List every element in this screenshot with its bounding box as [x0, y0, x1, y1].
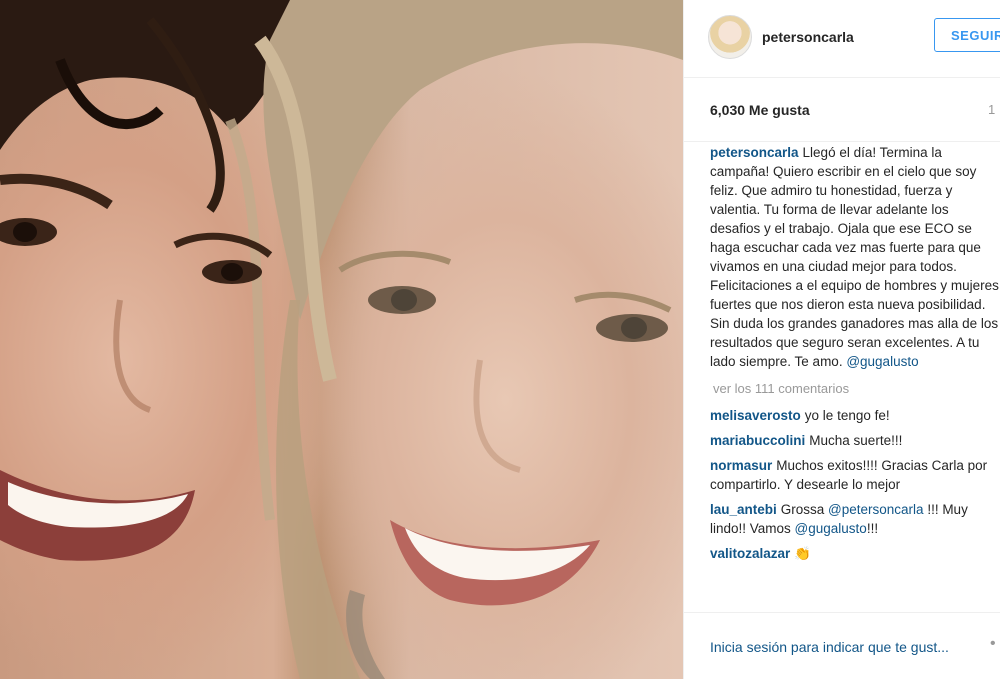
photo-illustration — [0, 0, 683, 679]
comment-item: normasur Muchos exitos!!!! Gracias Carla … — [710, 456, 1000, 494]
comment-item: melisaverosto yo le tengo fe! — [710, 406, 1000, 425]
follow-button[interactable]: SEGUIR — [934, 18, 1000, 52]
comment-text: Mucha suerte!!! — [809, 433, 903, 448]
comment-username[interactable]: valitozalazar — [710, 546, 790, 561]
post-time: 1 — [988, 102, 996, 117]
comment-item: valitozalazar 👏 — [710, 544, 1000, 563]
caption: petersoncarla Llegó el día! Termina la ca… — [710, 143, 1000, 371]
comment-text: Grossa — [780, 502, 829, 517]
post-side-panel: petersoncarla SEGUIR 6,030 Me gusta 1 pe… — [683, 0, 1000, 679]
more-options-icon[interactable]: • — [990, 635, 996, 653]
comment-item: mariabuccolini Mucha suerte!!! — [710, 431, 1000, 450]
comments-list[interactable]: petersoncarla Llegó el día! Termina la ca… — [710, 143, 1000, 606]
likes-count[interactable]: 6,030 Me gusta — [710, 102, 810, 118]
caption-username[interactable]: petersoncarla — [710, 145, 799, 160]
comment-username[interactable]: mariabuccolini — [710, 433, 805, 448]
view-all-comments-link[interactable]: ver los 111 comentarios — [713, 379, 1000, 398]
avatar[interactable] — [708, 15, 752, 59]
comment-username[interactable]: lau_antebi — [710, 502, 777, 517]
comment-mention[interactable]: @petersoncarla — [828, 502, 924, 517]
comment-item: lau_antebi Grossa @petersoncarla !!! Muy … — [710, 500, 1000, 538]
caption-mention[interactable]: @gugalusto — [846, 354, 918, 369]
post-photo[interactable] — [0, 0, 683, 679]
comment-mention[interactable]: @gugalusto — [795, 521, 867, 536]
comment-username[interactable]: melisaverosto — [710, 408, 801, 423]
post-header: petersoncarla SEGUIR — [684, 0, 1000, 78]
clap-emoji-icon: 👏 — [794, 546, 812, 561]
likes-row: 6,030 Me gusta 1 — [684, 78, 1000, 142]
login-bar: Inicia sesión para indicar que te gust..… — [684, 612, 1000, 679]
login-link[interactable]: Inicia sesión para indicar que te gust..… — [710, 639, 949, 655]
comment-text: yo le tengo fe! — [804, 408, 890, 423]
header-username[interactable]: petersoncarla — [762, 29, 854, 45]
comment-text: !!! — [866, 521, 879, 536]
comment-username[interactable]: normasur — [710, 458, 772, 473]
caption-text: Llegó el día! Termina la campaña! Quiero… — [710, 145, 999, 369]
